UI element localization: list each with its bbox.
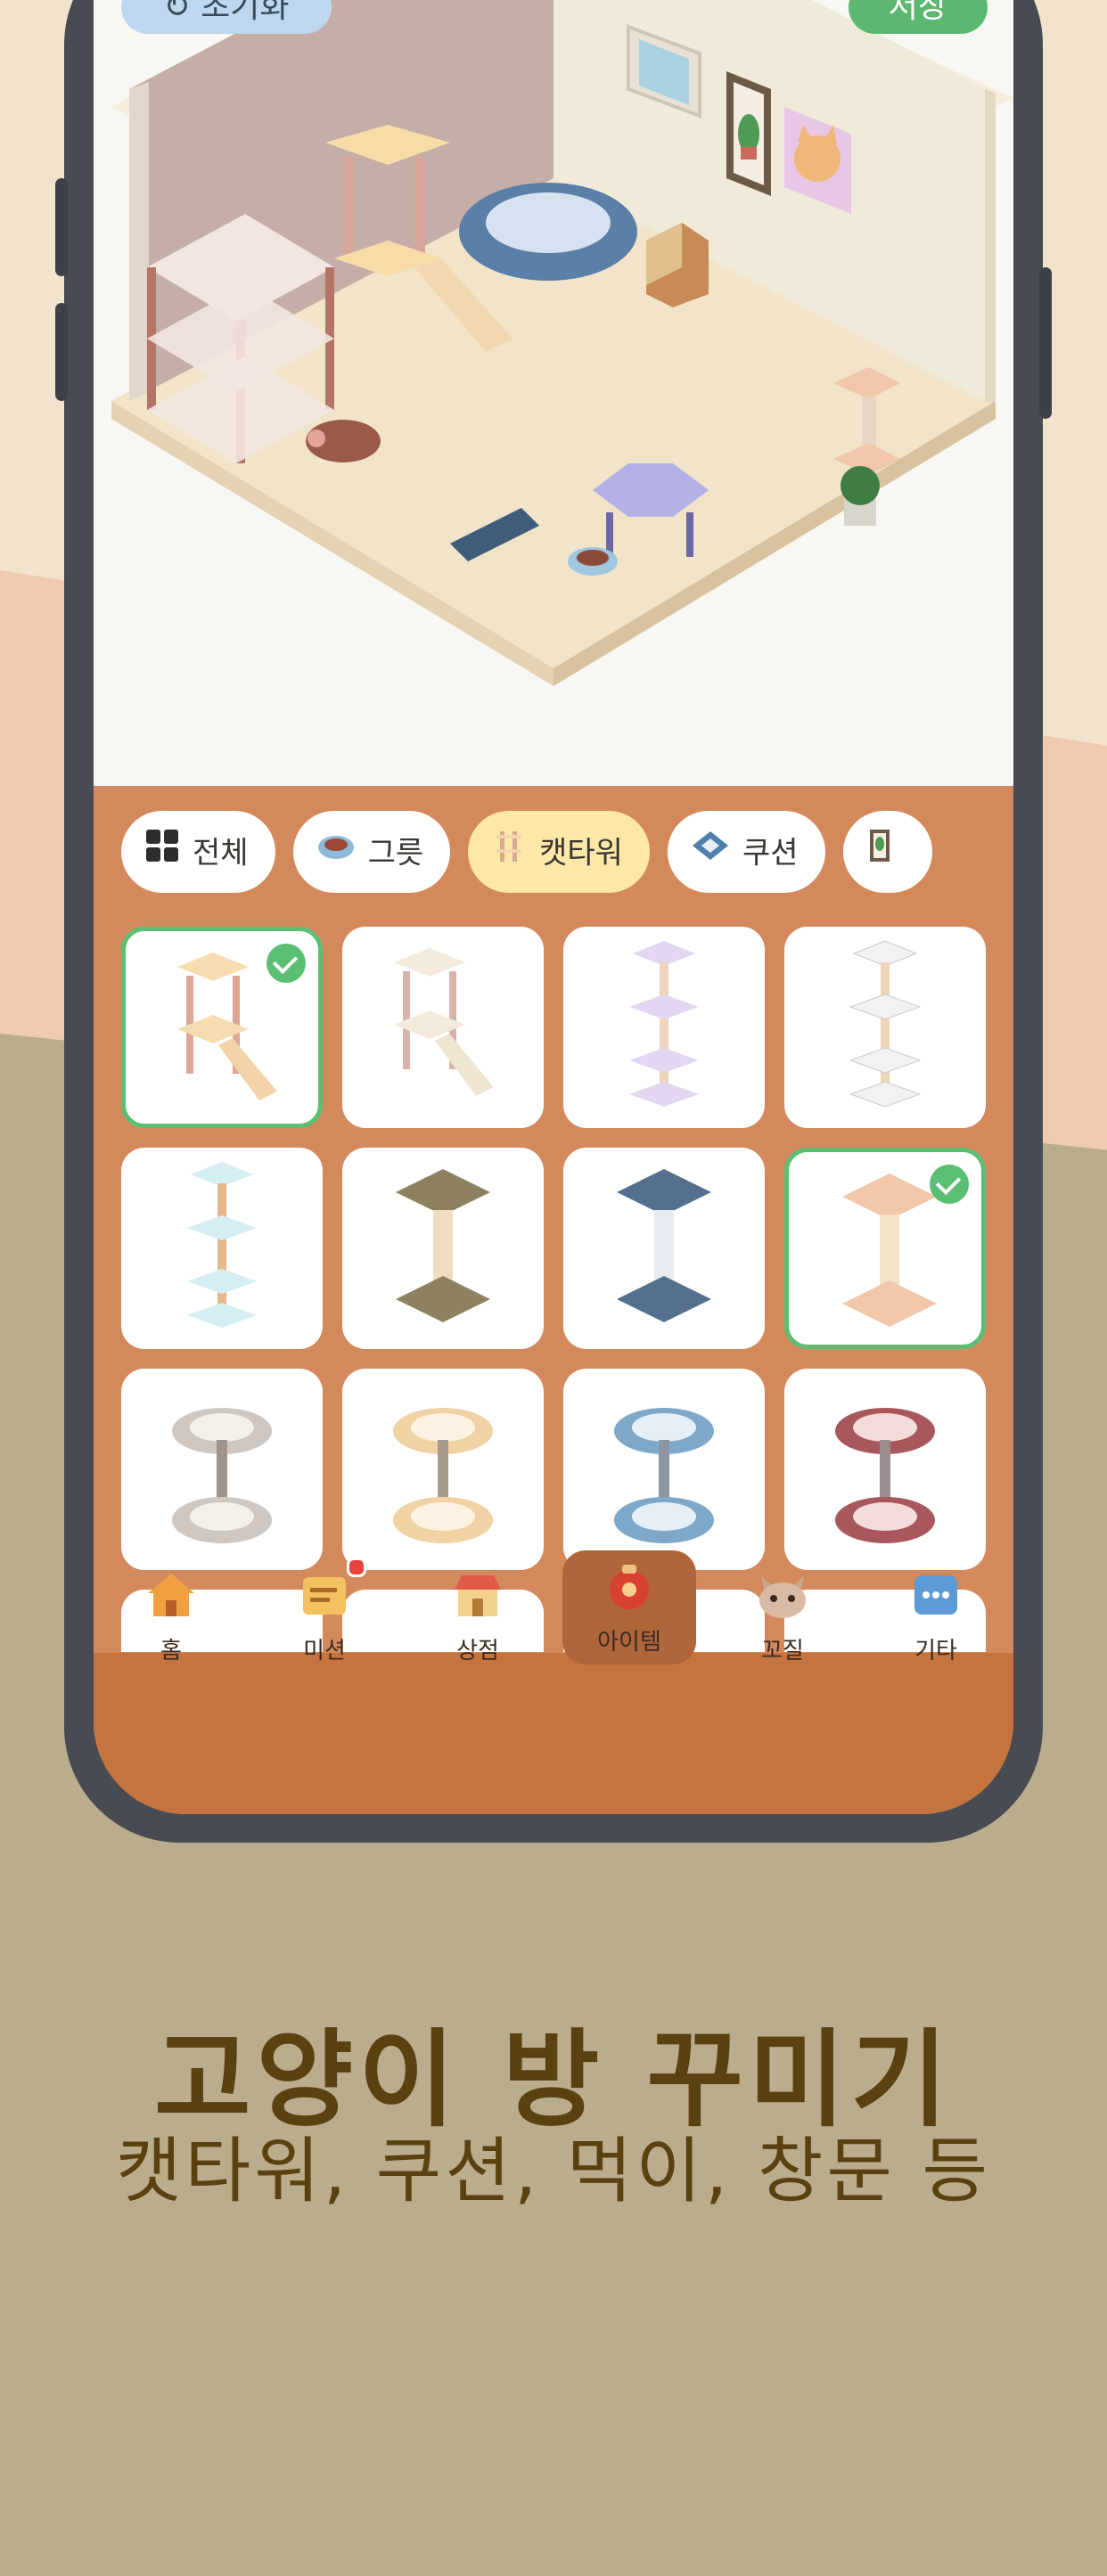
tab-label: 쿠션: [742, 835, 799, 871]
item-card[interactable]: [784, 1148, 986, 1349]
item-bag-icon: [610, 1565, 649, 1609]
app-screen: ↻ 초기화 저장 전체 그릇 캣타워 쿠션 홈 미션 상점 아이템 꼬질 기타: [94, 0, 1013, 1814]
shop-icon: [455, 1575, 501, 1616]
window-icon: [866, 813, 893, 894]
check-icon: [930, 1165, 969, 1204]
reset-button[interactable]: ↻ 초기화: [121, 0, 332, 34]
tab-bowl[interactable]: 그릇: [292, 811, 451, 894]
nav-mission[interactable]: 미션: [258, 1558, 391, 1673]
save-button[interactable]: 저장: [849, 0, 988, 34]
bottom-nav: [94, 1653, 1013, 1814]
item-card[interactable]: [342, 1148, 544, 1349]
tab-label: 그릇: [367, 835, 424, 871]
phone-side-button: [55, 178, 68, 276]
isometric-room: [111, 0, 1013, 686]
phone-side-button: [55, 303, 68, 401]
grid-icon: [144, 813, 180, 894]
notification-badge: [347, 1558, 366, 1577]
item-card[interactable]: [784, 1369, 986, 1570]
category-tabs: 전체 그릇 캣타워 쿠션: [121, 811, 1013, 893]
nav-label: 홈: [160, 1638, 182, 1664]
tab-cat-tower[interactable]: 캣타워: [468, 811, 650, 893]
house-icon: [148, 1574, 194, 1616]
promo-subline: 캣타워, 쿠션, 먹이, 창문 등: [115, 2130, 991, 2212]
nav-item[interactable]: 아이템: [562, 1550, 696, 1664]
tab-label: 전체: [193, 835, 249, 871]
bowl-icon: [316, 813, 356, 894]
phone-power-button: [1039, 267, 1052, 419]
room-view: ↻ 초기화 저장: [94, 0, 1013, 786]
more-icon: [914, 1575, 957, 1615]
nav-shop[interactable]: 상점: [411, 1559, 545, 1673]
nav-label: 기타: [914, 1638, 957, 1664]
nav-label: 미션: [303, 1638, 346, 1664]
tab-window[interactable]: [842, 811, 932, 894]
item-card[interactable]: [342, 927, 544, 1128]
item-card[interactable]: [563, 1369, 765, 1570]
item-card[interactable]: [342, 1369, 544, 1570]
nav-label: 꼬질: [761, 1638, 804, 1664]
cat-tower-icon: [491, 813, 527, 894]
nav-label: 상점: [456, 1638, 499, 1664]
nav-cat[interactable]: 꼬질: [716, 1559, 849, 1673]
nav-more[interactable]: 기타: [869, 1559, 1003, 1673]
tab-label: 캣타워: [539, 835, 623, 871]
cat-face-icon: [759, 1575, 806, 1618]
item-card[interactable]: [121, 1148, 323, 1349]
cushion-icon: [691, 813, 730, 894]
item-card[interactable]: [784, 927, 986, 1128]
mission-icon: [303, 1577, 346, 1615]
phone-frame: ↻ 초기화 저장 전체 그릇 캣타워 쿠션 홈 미션 상점 아이템 꼬질 기타: [55, 0, 1052, 1843]
item-card[interactable]: [121, 927, 323, 1128]
item-card[interactable]: [563, 1148, 765, 1349]
nav-label: 아이템: [597, 1629, 661, 1656]
tab-all[interactable]: 전체: [121, 811, 275, 893]
item-card[interactable]: [563, 927, 765, 1128]
check-icon: [266, 944, 306, 983]
nav-home[interactable]: 홈: [104, 1559, 238, 1673]
item-card[interactable]: [121, 1369, 323, 1570]
tab-cushion[interactable]: 쿠션: [667, 811, 825, 894]
